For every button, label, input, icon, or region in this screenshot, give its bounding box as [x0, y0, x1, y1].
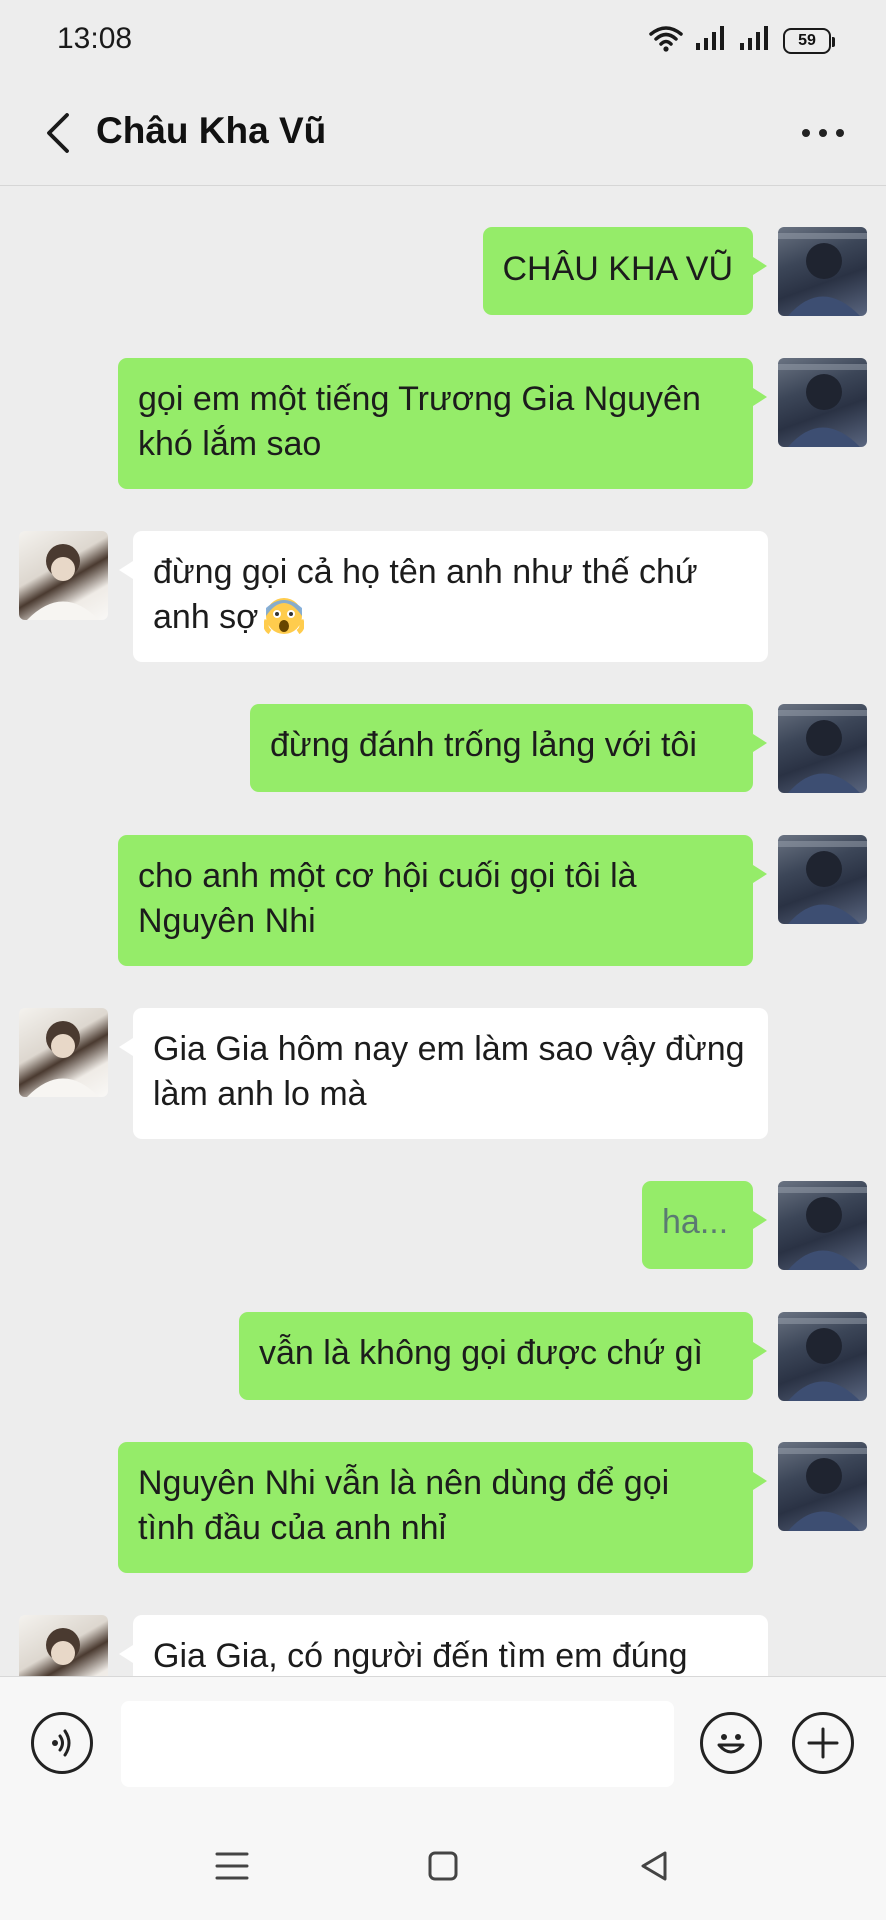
message-bubble-sent[interactable]: đừng đánh trống lảng với tôi — [250, 704, 767, 792]
message-text: đừng gọi cả họ tên anh như thế chứ anh s… — [153, 553, 698, 636]
message-bubble-sent[interactable]: gọi em một tiếng Trương Gia Nguyên khó l… — [118, 358, 767, 489]
chat-header: Châu Kha Vũ — [0, 80, 886, 186]
message-bubble-sent[interactable]: ha... — [642, 1181, 767, 1269]
message-text: Nguyên Nhi vẫn là nên dùng để gọi tình đ… — [138, 1464, 670, 1547]
message-bubble-received[interactable]: Gia Gia hôm nay em làm sao vậy đừng làm … — [119, 1008, 768, 1139]
battery-icon: 59 — [783, 27, 835, 54]
my-avatar[interactable] — [778, 227, 867, 316]
message-input-bar — [0, 1676, 886, 1810]
system-navigation-bar — [0, 1810, 886, 1920]
emoji-icon — [717, 1734, 745, 1754]
my-avatar[interactable] — [778, 358, 867, 447]
status-time: 13:08 — [57, 22, 133, 55]
my-avatar[interactable] — [778, 1312, 867, 1401]
message-bubble-received[interactable]: Gia Gia, có người đến tìm em đúng — [119, 1615, 768, 1676]
message-input[interactable] — [121, 1701, 674, 1787]
home-button[interactable] — [415, 1838, 471, 1894]
emoji-button[interactable] — [700, 1712, 762, 1774]
recent-apps-button[interactable] — [204, 1838, 260, 1894]
contact-avatar[interactable] — [19, 1008, 108, 1097]
status-bar: 13:08 59 — [0, 0, 886, 80]
screaming-face-emoji — [264, 596, 305, 636]
more-dots-icon — [802, 129, 810, 137]
chevron-left-icon — [47, 113, 69, 153]
contact-avatar[interactable] — [19, 1615, 108, 1676]
message-text: đừng đánh trống lảng với tôi — [270, 726, 697, 764]
voice-icon — [52, 1729, 71, 1757]
message-bubble-sent[interactable]: vẫn là không gọi được chứ gì — [239, 1312, 767, 1400]
wifi-icon — [649, 24, 683, 57]
my-avatar[interactable] — [778, 835, 867, 924]
my-avatar[interactable] — [778, 1442, 867, 1531]
message-bubble-sent[interactable]: Nguyên Nhi vẫn là nên dùng để gọi tình đ… — [118, 1442, 767, 1573]
chat-title[interactable]: Châu Kha Vũ — [96, 110, 326, 152]
message-text: gọi em một tiếng Trương Gia Nguyên khó l… — [138, 380, 701, 463]
message-bubble-sent[interactable]: CHÂU KHA VŨ — [482, 227, 767, 315]
my-avatar[interactable] — [778, 1181, 867, 1270]
my-avatar[interactable] — [778, 704, 867, 793]
system-back-button[interactable] — [626, 1838, 682, 1894]
message-text: CHÂU KHA VŨ — [502, 250, 734, 288]
voice-button[interactable] — [31, 1712, 93, 1774]
message-text: vẫn là không gọi được chứ gì — [259, 1334, 703, 1372]
more-options-button[interactable] — [788, 106, 858, 160]
message-text: Gia Gia hôm nay em làm sao vậy đừng làm … — [153, 1030, 745, 1113]
message-text: ha... — [662, 1203, 729, 1241]
more-functions-button[interactable] — [792, 1712, 854, 1774]
message-text: Gia Gia, có người đến tìm em đúng — [153, 1637, 688, 1675]
home-square-icon — [428, 1851, 458, 1881]
message-bubble-sent[interactable]: cho anh một cơ hội cuối gọi tôi là Nguyê… — [118, 835, 767, 966]
message-text: cho anh một cơ hội cuối gọi tôi là Nguyê… — [138, 857, 637, 940]
back-triangle-icon — [641, 1851, 667, 1881]
signal-icon — [739, 25, 771, 56]
menu-icon — [215, 1852, 249, 1880]
contact-avatar[interactable] — [19, 531, 108, 620]
plus-circle-icon — [807, 1727, 839, 1759]
chat-message-list[interactable]: CHÂU KHA VŨ gọi em một tiếng Trương Gia … — [0, 187, 886, 1676]
message-bubble-received[interactable]: đừng gọi cả họ tên anh như thế chứ anh s… — [119, 531, 768, 662]
back-button[interactable] — [30, 104, 86, 162]
signal-icon — [695, 25, 727, 56]
status-icons: 59 — [649, 24, 835, 57]
